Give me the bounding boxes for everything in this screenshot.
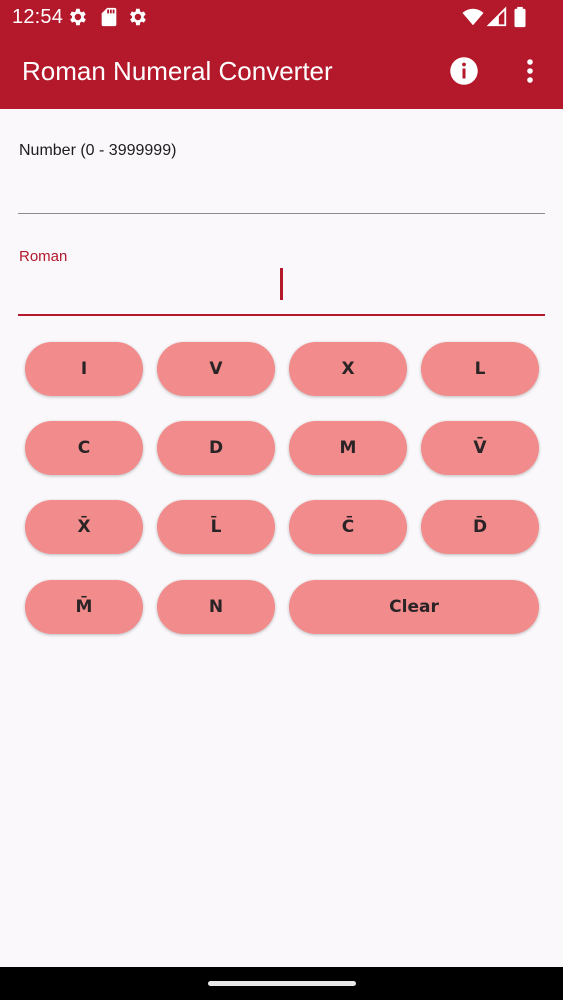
- key-v-bar[interactable]: V̄: [421, 421, 539, 475]
- number-field-label: Number (0 - 3999999): [19, 142, 177, 159]
- status-time: 12:54: [12, 6, 64, 28]
- info-button[interactable]: [443, 52, 485, 94]
- key-d[interactable]: D: [157, 421, 275, 475]
- text-caret: [280, 268, 283, 300]
- roman-field-label: Roman: [19, 248, 68, 265]
- more-options-button[interactable]: [510, 52, 550, 94]
- number-input[interactable]: [18, 165, 545, 214]
- gear-icon: [126, 6, 148, 28]
- key-l[interactable]: L: [421, 342, 539, 396]
- key-x[interactable]: X: [289, 342, 407, 396]
- navigation-bar: [0, 967, 563, 1000]
- sd-card-icon: [98, 6, 120, 28]
- clear-button[interactable]: Clear: [289, 580, 539, 634]
- status-bar: 12:54: [0, 0, 563, 34]
- key-m[interactable]: M: [289, 421, 407, 475]
- app-title: Roman Numeral Converter: [22, 56, 333, 86]
- key-x-bar[interactable]: X̄: [25, 500, 143, 554]
- wifi-icon: [462, 6, 484, 28]
- roman-input[interactable]: [18, 266, 545, 316]
- gear-icon: [66, 6, 88, 28]
- key-l-bar[interactable]: L̄: [157, 500, 275, 554]
- key-c[interactable]: C: [25, 421, 143, 475]
- key-i[interactable]: I: [25, 342, 143, 396]
- more-vert-icon: [526, 58, 534, 89]
- key-m-bar[interactable]: M̄: [25, 580, 143, 634]
- app-bar: Roman Numeral Converter: [0, 34, 563, 109]
- battery-icon: [509, 6, 531, 28]
- key-c-bar[interactable]: C̄: [289, 500, 407, 554]
- key-n[interactable]: N: [157, 580, 275, 634]
- app-screen: 12:54 Roman Numeral Converter Number (0 …: [0, 0, 563, 1000]
- key-d-bar[interactable]: D̄: [421, 500, 539, 554]
- info-icon: [449, 56, 479, 91]
- home-gesture-handle[interactable]: [208, 981, 356, 986]
- cellular-signal-icon: [486, 6, 508, 28]
- key-v[interactable]: V: [157, 342, 275, 396]
